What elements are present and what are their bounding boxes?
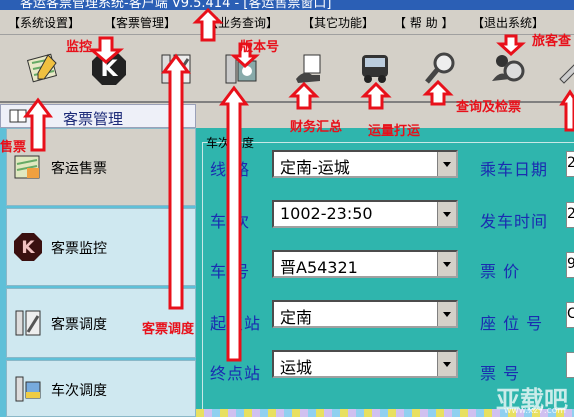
annotation-passenger: 旅客查 xyxy=(532,34,572,49)
watermark-url: www.xz7.com xyxy=(504,406,566,416)
annotation-finance: 财务汇总 xyxy=(290,120,343,135)
annotation-query: 查询及检票 xyxy=(456,100,522,115)
annotation-dispatch: 客票调度 xyxy=(142,322,195,337)
annotation-transport: 运量打运 xyxy=(368,124,421,139)
annotation-monitor: 监控 xyxy=(66,40,93,55)
annotation-arrows xyxy=(23,7,574,362)
watermark: 亚载吧 www.xz7.com xyxy=(496,380,568,416)
annotation-version: 版本号 xyxy=(240,40,280,55)
annotation-sales: 售票 xyxy=(0,140,27,155)
